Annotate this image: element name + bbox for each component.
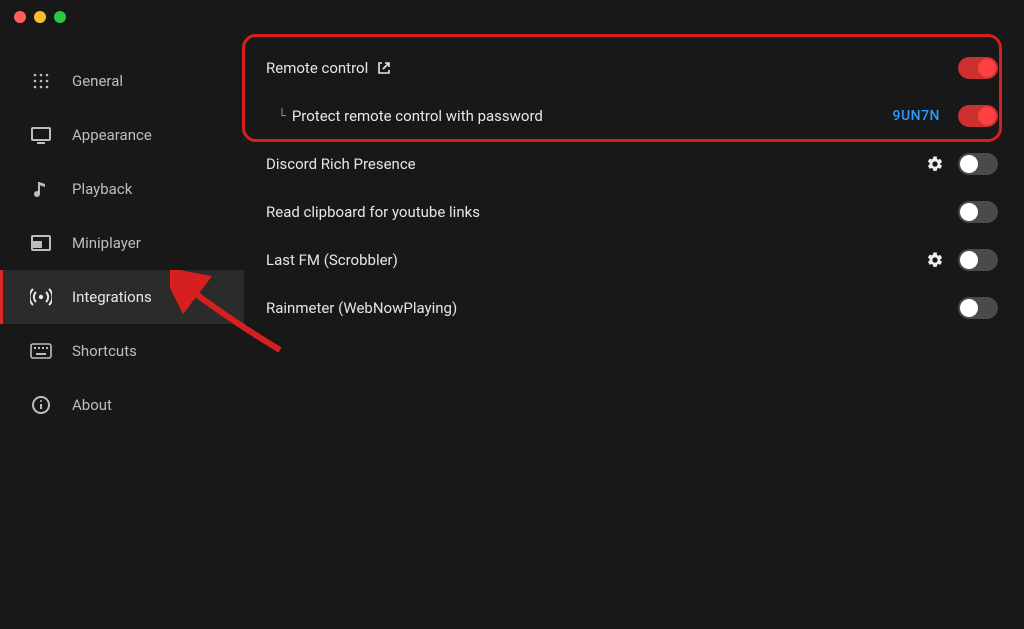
setting-row-protect-password: └ Protect remote control with password 9… (254, 92, 1002, 140)
close-window-button[interactable] (14, 11, 26, 23)
clipboard-toggle[interactable] (958, 201, 998, 223)
sidebar-item-label: About (72, 396, 112, 414)
sidebar-item-label: Integrations (72, 288, 152, 306)
sidebar-item-label: Appearance (72, 126, 152, 144)
info-icon (30, 394, 52, 416)
setting-row-discord: Discord Rich Presence (254, 140, 1002, 188)
protect-password-toggle[interactable] (958, 105, 998, 127)
monitor-icon (30, 124, 52, 146)
password-code-value[interactable]: 9UN7N (893, 108, 940, 124)
remote-control-toggle[interactable] (958, 57, 998, 79)
rainmeter-toggle[interactable] (958, 297, 998, 319)
sidebar-item-shortcuts[interactable]: Shortcuts (0, 324, 244, 378)
lastfm-toggle[interactable] (958, 249, 998, 271)
pip-icon (30, 232, 52, 254)
sidebar-item-about[interactable]: About (0, 378, 244, 432)
broadcast-icon (30, 286, 52, 308)
discord-settings-button[interactable] (924, 153, 946, 175)
sidebar-item-label: Playback (72, 180, 132, 198)
keyboard-icon (30, 340, 52, 362)
maximize-window-button[interactable] (54, 11, 66, 23)
discord-toggle[interactable] (958, 153, 998, 175)
tree-branch-icon: └ (278, 109, 286, 124)
setting-row-clipboard: Read clipboard for youtube links (254, 188, 1002, 236)
sidebar-item-label: Miniplayer (72, 234, 141, 252)
sidebar-item-label: General (72, 72, 123, 90)
sidebar-item-miniplayer[interactable]: Miniplayer (0, 216, 244, 270)
settings-sidebar: General Appearance Playback (0, 34, 244, 629)
setting-row-remote-control: Remote control (254, 44, 1002, 92)
sidebar-item-playback[interactable]: Playback (0, 162, 244, 216)
sidebar-item-label: Shortcuts (72, 342, 137, 360)
window-titlebar (0, 0, 1024, 34)
sidebar-item-integrations[interactable]: Integrations (0, 270, 244, 324)
setting-label: Rainmeter (WebNowPlaying) (266, 299, 457, 317)
lastfm-settings-button[interactable] (924, 249, 946, 271)
setting-label: Remote control (266, 59, 368, 77)
setting-row-lastfm: Last FM (Scrobbler) (254, 236, 1002, 284)
setting-row-rainmeter: Rainmeter (WebNowPlaying) (254, 284, 1002, 332)
external-link-icon[interactable] (376, 60, 392, 76)
minimize-window-button[interactable] (34, 11, 46, 23)
settings-panel-integrations: Remote control └ Protect remote control … (244, 34, 1024, 629)
setting-label: Read clipboard for youtube links (266, 203, 480, 221)
grid-icon (30, 70, 52, 92)
sidebar-item-appearance[interactable]: Appearance (0, 108, 244, 162)
music-note-icon (30, 178, 52, 200)
setting-label: Protect remote control with password (292, 107, 543, 125)
setting-label: Discord Rich Presence (266, 155, 416, 173)
setting-label: Last FM (Scrobbler) (266, 251, 398, 269)
sidebar-item-general[interactable]: General (0, 54, 244, 108)
